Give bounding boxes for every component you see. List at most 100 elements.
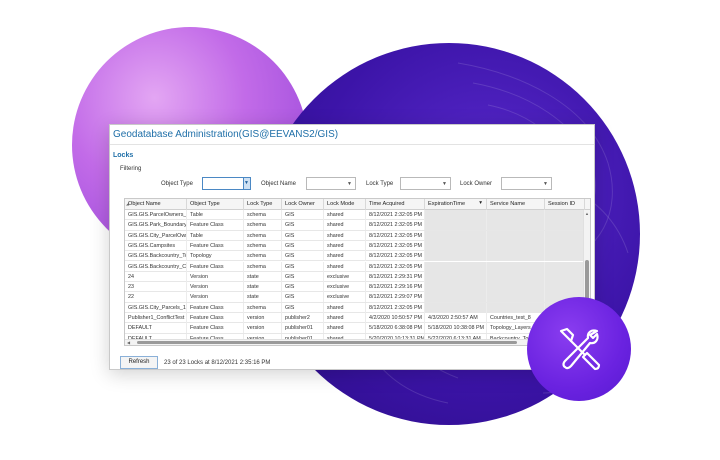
filtering-title: Filtering: [120, 166, 142, 172]
table-cell: GIS: [282, 210, 324, 220]
table-cell: [545, 230, 585, 241]
column-header-label: Service Name: [490, 201, 526, 207]
table-row[interactable]: GIS.GIS.City_ParcelOwn Table schema GIS shar…: [125, 230, 585, 241]
table-cell: [487, 220, 545, 231]
table-cell: [425, 240, 487, 251]
table-cell: GIS: [282, 271, 324, 282]
table-cell: 8/12/2021 2:32:05 PM: [366, 261, 425, 272]
window-title: Geodatabase Administration(GIS@EEVANS2/G…: [113, 129, 339, 140]
table-row[interactable]: Publisher1_ConflictTest Feature Class vers…: [125, 313, 585, 324]
table-cell: [545, 220, 585, 231]
table-cell: 5/18/2020 6:38:08 PM: [366, 323, 425, 334]
lock-count-status: 23 of 23 Locks at 8/12/2021 2:35:16 PM: [164, 360, 271, 366]
table-cell: Version: [187, 292, 244, 303]
table-cell: [487, 230, 545, 241]
column-header[interactable]: Session ID: [545, 199, 585, 210]
table-header: Object Name Object Type Lock Type Lock Owne…: [125, 199, 590, 210]
table-cell: GIS.GIS.Campsites: [125, 240, 187, 251]
table-cell: GIS: [282, 240, 324, 251]
table-cell: DEFAULT: [125, 323, 187, 334]
table-row[interactable]: GIS.GIS.City_Parcels_1 Feature Class schem…: [125, 302, 585, 313]
table-row[interactable]: 23 Version state GIS exclusive 8/12/2021 2:29…: [125, 282, 585, 293]
table-cell: Feature Class: [187, 261, 244, 272]
column-header-label: Lock Mode: [327, 201, 355, 207]
column-header[interactable]: Object Type: [187, 199, 244, 210]
table-cell: shared: [324, 302, 366, 313]
table-cell: [545, 282, 585, 293]
table-cell: [487, 282, 545, 293]
table-cell: schema: [244, 251, 282, 262]
column-header[interactable]: Lock Type: [244, 199, 282, 210]
title-divider: [110, 144, 594, 145]
table-cell: GIS.GIS.ParcelOwners_1: [125, 210, 187, 220]
table-cell: GIS: [282, 261, 324, 272]
table-cell: GIS: [282, 251, 324, 262]
table-cell: GIS.GIS.City_ParcelOwn: [125, 230, 187, 241]
refresh-button[interactable]: Refresh: [120, 356, 158, 369]
table-cell: schema: [244, 240, 282, 251]
table-cell: Feature Class: [187, 313, 244, 323]
table-cell: [425, 271, 487, 282]
table-cell: [545, 251, 585, 262]
table-row[interactable]: 22 Version state GIS exclusive 8/12/2021 2:29…: [125, 292, 585, 303]
table-cell: shared: [324, 251, 366, 262]
table-cell: [425, 220, 487, 231]
table-cell: 8/12/2021 2:29:16 PM: [366, 282, 425, 293]
table-cell: 8/12/2021 2:32:05 PM: [366, 240, 425, 251]
table-cell: [545, 261, 585, 272]
lock-type-select[interactable]: ▼: [400, 177, 451, 190]
table-cell: exclusive: [324, 282, 366, 293]
table-cell: [487, 292, 545, 303]
table-row[interactable]: GIS.GIS.Backcountry_To Topology schema GIS s…: [125, 251, 585, 262]
object-name-label: Object Name: [261, 181, 297, 187]
object-type-dropdown-button[interactable]: ▼: [243, 178, 250, 189]
horizontal-scroll-thumb[interactable]: [137, 341, 517, 344]
table-cell: [487, 240, 545, 251]
column-header[interactable]: Lock Owner: [282, 199, 324, 210]
column-header[interactable]: Time Acquired: [366, 199, 425, 210]
table-row[interactable]: GIS.GIS.Campsites Feature Class schema GIS s…: [125, 240, 585, 252]
table-row[interactable]: GIS.GIS.ParcelOwners_1 Table schema GIS shar…: [125, 210, 585, 221]
object-name-select[interactable]: ▼: [306, 177, 356, 190]
column-header[interactable]: ExpirationTime ▾: [425, 199, 487, 210]
table-cell: version: [244, 323, 282, 334]
column-header[interactable]: Service Name: [487, 199, 545, 210]
table-cell: [487, 271, 545, 282]
column-header-label: Lock Type: [247, 201, 273, 207]
table-cell: 8/12/2021 2:32:05 PM: [366, 302, 425, 313]
locks-table[interactable]: Object Name Object Type Lock Type Lock Owne…: [124, 198, 591, 346]
table-row[interactable]: GIS.GIS.Backcountry_Ca Feature Class schem…: [125, 261, 585, 272]
table-cell: GIS: [282, 302, 324, 313]
table-cell: 4/3/2020 2:50:57 AM: [425, 313, 487, 323]
table-cell: 22: [125, 292, 187, 303]
chevron-down-icon: ▼: [543, 181, 548, 187]
horizontal-scrollbar[interactable]: ◀ ▶: [125, 339, 585, 345]
column-header-label: Object Name: [128, 201, 161, 207]
table-cell: state: [244, 271, 282, 282]
object-type-select[interactable]: ▼: [202, 177, 251, 190]
locks-section-title: Locks: [113, 152, 134, 159]
lock-type-label: Lock Type: [366, 181, 394, 187]
table-cell: [425, 282, 487, 293]
chevron-down-icon: ▼: [347, 181, 352, 187]
geodatabase-administration-window: Geodatabase Administration(GIS@EEVANS2/G…: [109, 124, 595, 370]
column-header[interactable]: Lock Mode: [324, 199, 366, 210]
lock-owner-select[interactable]: ▼: [501, 177, 552, 190]
table-row[interactable]: DEFAULTFeature Classversionpublisher01sh…: [125, 323, 585, 334]
table-row[interactable]: GIS.GIS.Park_Boundary Feature Class schema…: [125, 220, 585, 231]
column-header-label: Object Type: [190, 201, 220, 207]
table-cell: schema: [244, 210, 282, 220]
table-cell: [545, 271, 585, 282]
table-cell: 8/12/2021 2:32:05 PM: [366, 210, 425, 220]
table-cell: publisher2: [282, 313, 324, 323]
table-cell: shared: [324, 313, 366, 323]
table-cell: Publisher1_ConflictTest: [125, 313, 187, 323]
scroll-up-icon[interactable]: ▲: [585, 211, 589, 216]
table-row[interactable]: 24 Version state GIS exclusive 8/12/2021 2:29…: [125, 271, 585, 283]
scroll-left-icon[interactable]: ◀: [127, 340, 130, 345]
table-cell: Topology: [187, 251, 244, 262]
column-header[interactable]: Object Name: [125, 199, 187, 210]
table-cell: GIS: [282, 292, 324, 303]
select-all-icon[interactable]: ◢: [126, 201, 129, 206]
table-cell: 8/12/2021 2:32:05 PM: [366, 220, 425, 231]
